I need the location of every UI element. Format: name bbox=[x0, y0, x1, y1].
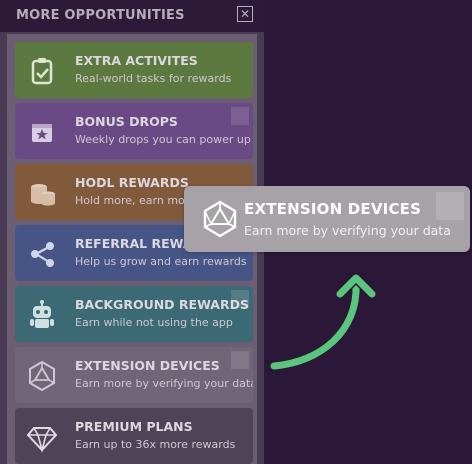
diamond-icon bbox=[26, 427, 58, 454]
item-subtitle: Weekly drops you can power up bbox=[75, 133, 251, 146]
clipboard-check-icon bbox=[31, 58, 53, 85]
item-title: BACKGROUND REWARDS bbox=[75, 297, 249, 312]
d20-dice-icon bbox=[203, 200, 237, 238]
robot-icon bbox=[30, 300, 54, 328]
item-subtitle: Hold more, earn more bbox=[75, 194, 196, 207]
opportunity-bonus-drops[interactable]: BONUS DROPS Weekly drops you can power u… bbox=[15, 103, 253, 159]
panel-header: MORE OPPORTUNITIES ✕ bbox=[0, 0, 264, 32]
gift-star-icon bbox=[32, 124, 52, 142]
item-subtitle: Real-world tasks for rewards bbox=[75, 72, 232, 85]
item-title: PREMIUM PLANS bbox=[75, 419, 193, 434]
extension-devices-tooltip[interactable]: EXTENSION DEVICES Earn more by verifying… bbox=[184, 186, 470, 252]
item-title: EXTRA ACTIVITES bbox=[75, 53, 198, 68]
opportunity-extension-devices[interactable]: EXTENSION DEVICES Earn more by verifying… bbox=[15, 347, 253, 403]
pin-icon[interactable] bbox=[231, 107, 249, 125]
item-title: EXTENSION DEVICES bbox=[75, 358, 220, 373]
d20-dice-icon bbox=[29, 360, 55, 392]
pin-icon[interactable] bbox=[231, 290, 249, 308]
pointer-arrow bbox=[269, 273, 377, 371]
opportunity-extra-activities[interactable]: EXTRA ACTIVITES Real-world tasks for rew… bbox=[15, 42, 253, 98]
item-title: HODL REWARDS bbox=[75, 175, 189, 190]
opportunity-premium-plans[interactable]: PREMIUM PLANS Earn up to 36x more reward… bbox=[15, 408, 253, 464]
pin-icon[interactable] bbox=[231, 351, 249, 369]
pin-icon[interactable] bbox=[436, 192, 464, 220]
panel-title: MORE OPPORTUNITIES bbox=[16, 8, 185, 23]
share-icon bbox=[31, 242, 54, 267]
tooltip-subtitle: Earn more by verifying your data bbox=[244, 223, 451, 238]
item-subtitle: Earn while not using the app bbox=[75, 316, 233, 329]
item-title: BONUS DROPS bbox=[75, 114, 178, 129]
close-button[interactable]: ✕ bbox=[237, 6, 253, 22]
tooltip-title: EXTENSION DEVICES bbox=[244, 200, 422, 218]
item-subtitle: Earn more by verifying your data bbox=[75, 377, 253, 390]
item-subtitle: Earn up to 36x more rewards bbox=[75, 438, 236, 451]
item-subtitle: Help us grow and earn rewards bbox=[75, 255, 247, 268]
coins-icon bbox=[31, 184, 55, 206]
opportunity-background-rewards[interactable]: BACKGROUND REWARDS Earn while not using … bbox=[15, 286, 253, 342]
